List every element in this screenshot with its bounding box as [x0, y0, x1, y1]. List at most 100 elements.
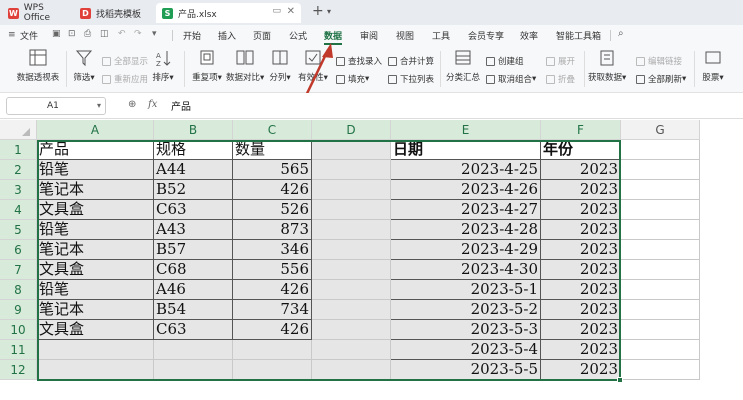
cell-e6[interactable]: 2023-4-29	[391, 240, 541, 260]
cell-d7[interactable]	[312, 260, 391, 280]
cell-c12[interactable]	[233, 360, 312, 380]
select-all-corner[interactable]	[0, 120, 37, 140]
function-icon[interactable]: fx	[148, 99, 157, 110]
row-header-8[interactable]: 8	[0, 280, 37, 300]
cell-b12[interactable]	[154, 360, 233, 380]
column-header-a[interactable]: A	[37, 120, 154, 140]
cell-b1[interactable]: 规格	[154, 140, 233, 160]
cell-a12[interactable]	[37, 360, 154, 380]
row-header-3[interactable]: 3	[0, 180, 37, 200]
row-header-5[interactable]: 5	[0, 220, 37, 240]
cell-b11[interactable]	[154, 340, 233, 360]
fill-handle[interactable]	[617, 377, 623, 383]
cell-a11[interactable]	[37, 340, 154, 360]
cell-e7[interactable]: 2023-4-30	[391, 260, 541, 280]
cell-e2[interactable]: 2023-4-25	[391, 160, 541, 180]
cell-d3[interactable]	[312, 180, 391, 200]
cell-g11[interactable]	[621, 340, 700, 360]
column-header-c[interactable]: C	[233, 120, 312, 140]
column-header-d[interactable]: D	[312, 120, 391, 140]
column-header-e[interactable]: E	[391, 120, 541, 140]
row-header-7[interactable]: 7	[0, 260, 37, 280]
cell-c1[interactable]: 数量	[233, 140, 312, 160]
cell-g9[interactable]	[621, 300, 700, 320]
cell-f12[interactable]: 2023	[541, 360, 621, 380]
cell-d2[interactable]	[312, 160, 391, 180]
cell-d5[interactable]	[312, 220, 391, 240]
cell-a10[interactable]: 文具盒	[37, 320, 154, 340]
row-header-9[interactable]: 9	[0, 300, 37, 320]
cell-a9[interactable]: 笔记本	[37, 300, 154, 320]
cell-b6[interactable]: B57	[154, 240, 233, 260]
cell-f2[interactable]: 2023	[541, 160, 621, 180]
cell-a1[interactable]: 产品	[37, 140, 154, 160]
formula-input[interactable]: 产品	[171, 98, 191, 113]
cell-b8[interactable]: A46	[154, 280, 233, 300]
cell-c5[interactable]: 873	[233, 220, 312, 240]
cell-a7[interactable]: 文具盒	[37, 260, 154, 280]
cell-c2[interactable]: 565	[233, 160, 312, 180]
cell-d12[interactable]	[312, 360, 391, 380]
cell-f5[interactable]: 2023	[541, 220, 621, 240]
cell-a5[interactable]: 铅笔	[37, 220, 154, 240]
cell-b5[interactable]: A43	[154, 220, 233, 240]
cell-b9[interactable]: B54	[154, 300, 233, 320]
cell-f10[interactable]: 2023	[541, 320, 621, 340]
cell-a4[interactable]: 文具盒	[37, 200, 154, 220]
cell-d6[interactable]	[312, 240, 391, 260]
column-header-f[interactable]: F	[541, 120, 621, 140]
column-header-g[interactable]: G	[621, 120, 700, 140]
cell-c4[interactable]: 526	[233, 200, 312, 220]
cell-e8[interactable]: 2023-5-1	[391, 280, 541, 300]
cell-e1[interactable]: 日期	[391, 140, 541, 160]
cell-a3[interactable]: 笔记本	[37, 180, 154, 200]
row-header-12[interactable]: 12	[0, 360, 37, 380]
cell-d9[interactable]	[312, 300, 391, 320]
cell-d8[interactable]	[312, 280, 391, 300]
cell-c6[interactable]: 346	[233, 240, 312, 260]
cell-c9[interactable]: 734	[233, 300, 312, 320]
cell-g7[interactable]	[621, 260, 700, 280]
row-header-6[interactable]: 6	[0, 240, 37, 260]
cell-e9[interactable]: 2023-5-2	[391, 300, 541, 320]
cell-f7[interactable]: 2023	[541, 260, 621, 280]
cell-c8[interactable]: 426	[233, 280, 312, 300]
cell-b2[interactable]: A44	[154, 160, 233, 180]
cell-g2[interactable]	[621, 160, 700, 180]
zoom-icon[interactable]: ⊕	[128, 99, 136, 110]
cell-b4[interactable]: C63	[154, 200, 233, 220]
cell-g4[interactable]	[621, 200, 700, 220]
cell-g5[interactable]	[621, 220, 700, 240]
cell-f3[interactable]: 2023	[541, 180, 621, 200]
name-box[interactable]: A1 ▾	[6, 97, 106, 115]
cell-e3[interactable]: 2023-4-26	[391, 180, 541, 200]
cell-d11[interactable]	[312, 340, 391, 360]
cell-c7[interactable]: 556	[233, 260, 312, 280]
cell-b3[interactable]: B52	[154, 180, 233, 200]
cell-a6[interactable]: 笔记本	[37, 240, 154, 260]
cell-f6[interactable]: 2023	[541, 240, 621, 260]
cell-g10[interactable]	[621, 320, 700, 340]
cell-d4[interactable]	[312, 200, 391, 220]
cell-a2[interactable]: 铅笔	[37, 160, 154, 180]
row-header-1[interactable]: 1	[0, 140, 37, 160]
cell-g6[interactable]	[621, 240, 700, 260]
cell-e5[interactable]: 2023-4-28	[391, 220, 541, 240]
cell-c10[interactable]: 426	[233, 320, 312, 340]
row-header-11[interactable]: 11	[0, 340, 37, 360]
cell-g3[interactable]	[621, 180, 700, 200]
cell-b10[interactable]: C63	[154, 320, 233, 340]
cell-d1[interactable]	[312, 140, 391, 160]
cell-f8[interactable]: 2023	[541, 280, 621, 300]
cell-g8[interactable]	[621, 280, 700, 300]
cell-d10[interactable]	[312, 320, 391, 340]
cell-e4[interactable]: 2023-4-27	[391, 200, 541, 220]
cell-e10[interactable]: 2023-5-3	[391, 320, 541, 340]
cell-f9[interactable]: 2023	[541, 300, 621, 320]
row-header-4[interactable]: 4	[0, 200, 37, 220]
row-header-10[interactable]: 10	[0, 320, 37, 340]
row-header-2[interactable]: 2	[0, 160, 37, 180]
cell-f11[interactable]: 2023	[541, 340, 621, 360]
cell-e12[interactable]: 2023-5-5	[391, 360, 541, 380]
cell-f1[interactable]: 年份	[541, 140, 621, 160]
